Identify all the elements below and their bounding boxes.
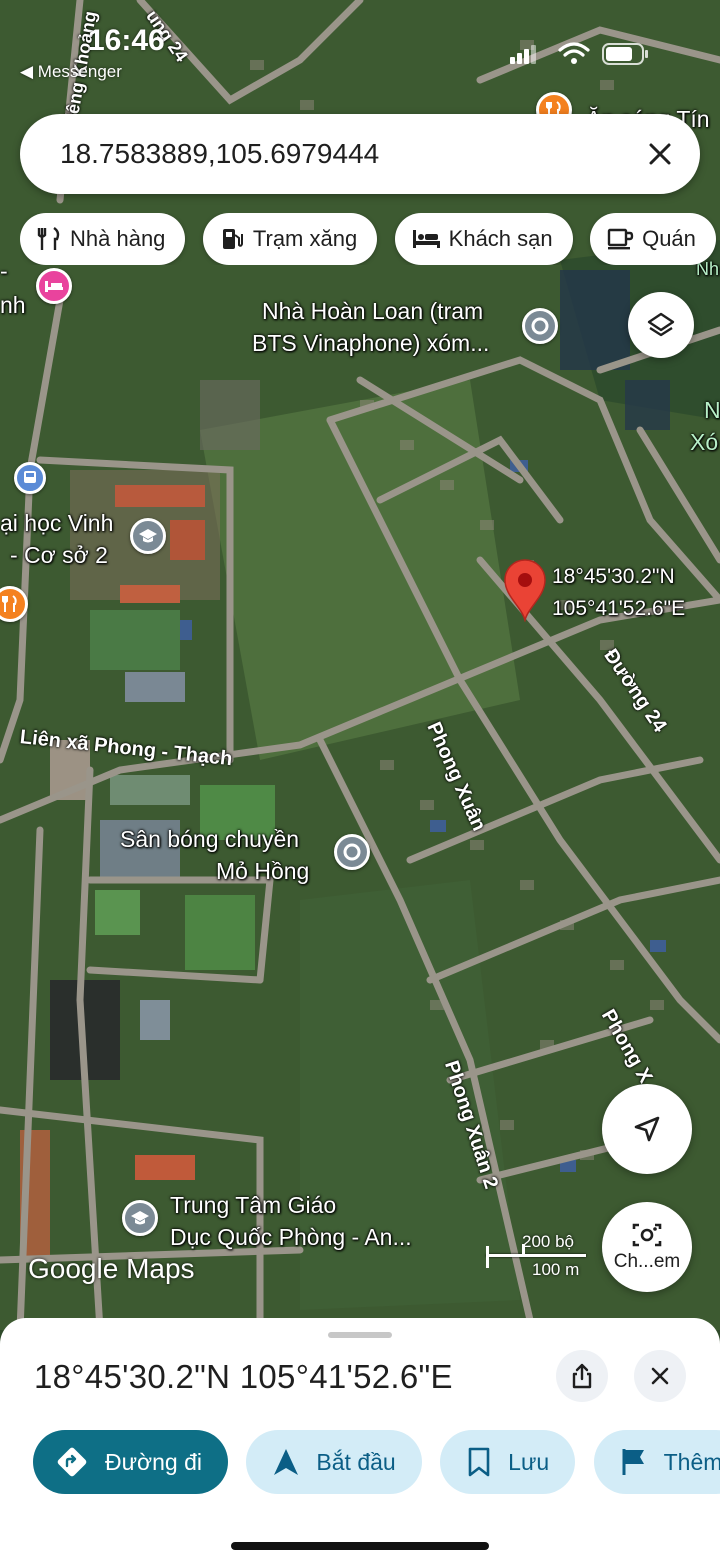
home-indicator[interactable]: [231, 1542, 489, 1550]
chip-label: Khách sạn: [448, 226, 553, 251]
bookmark-icon: [468, 1447, 490, 1477]
place-label[interactable]: Dục Quốc Phòng - An...: [170, 1222, 412, 1252]
pin-longitude: 105°41'52.6"E: [552, 597, 686, 620]
search-bar[interactable]: 18.7583889,105.6979444: [20, 114, 700, 194]
place-label[interactable]: - Cơ sở 2: [10, 540, 108, 570]
place-label[interactable]: Sân bóng chuyền: [120, 824, 299, 854]
wifi-icon: [558, 42, 590, 64]
restaurant-icon: [37, 227, 60, 250]
bus-stop-icon[interactable]: [14, 462, 46, 494]
save-button[interactable]: Lưu: [440, 1430, 576, 1494]
signal-icon: [510, 45, 536, 64]
place-label[interactable]: Trung Tâm Giáo: [170, 1190, 336, 1220]
chip-cafes[interactable]: Quán: [590, 213, 716, 265]
start-button[interactable]: Bắt đầu: [246, 1430, 422, 1494]
battery-icon: [602, 43, 648, 65]
layers-button[interactable]: [628, 292, 694, 358]
location-poi-icon[interactable]: [334, 834, 370, 870]
directions-label: Đường đi: [105, 1448, 202, 1475]
scale-imperial: 200 bộ: [522, 1232, 574, 1251]
chip-label: Quán: [642, 226, 696, 251]
place-label[interactable]: Nhà Hoàn Loan (tram: [262, 296, 483, 326]
camera-search-label: Ch...em: [613, 1251, 681, 1272]
more-button[interactable]: Thêm: [593, 1430, 720, 1494]
google-maps-logo: Google Maps: [28, 1253, 195, 1284]
navigation-arrow-icon: [634, 1116, 660, 1142]
action-buttons: Đường đi Bắt đầu Lưu Thêm: [33, 1430, 720, 1494]
camera-icon: [632, 1223, 662, 1247]
place-label: Xó: [690, 429, 719, 455]
layers-icon: [647, 312, 675, 337]
category-chips: Nhà hàng Trạm xăng Khách sạn Quán: [20, 213, 720, 265]
close-sheet-button[interactable]: [634, 1350, 686, 1402]
save-label: Lưu: [508, 1448, 550, 1475]
place-label[interactable]: ại học Vinh: [0, 508, 113, 538]
chip-label: Nhà hàng: [70, 226, 166, 251]
directions-button[interactable]: Đường đi: [33, 1430, 228, 1494]
place-label: -: [0, 258, 8, 284]
start-label: Bắt đầu: [316, 1448, 396, 1475]
hotel-icon: [412, 230, 440, 248]
place-label: N: [704, 397, 720, 423]
location-poi-icon[interactable]: [522, 308, 558, 344]
dropped-pin-icon[interactable]: [503, 558, 547, 627]
chip-gas-stations[interactable]: Trạm xăng: [202, 213, 378, 265]
chip-restaurants[interactable]: Nhà hàng: [20, 213, 186, 265]
place-label: nh: [0, 292, 26, 318]
share-icon: [572, 1363, 592, 1389]
close-icon: [651, 1367, 669, 1385]
scale-metric: 100 m: [532, 1260, 580, 1279]
directions-icon: [57, 1447, 87, 1477]
search-input[interactable]: 18.7583889,105.6979444: [20, 138, 620, 170]
status-bar: 16:46 ◀ Messenger: [0, 0, 720, 90]
clear-search-button[interactable]: [620, 114, 700, 194]
close-icon: [649, 143, 671, 165]
share-button[interactable]: [556, 1350, 608, 1402]
more-label: Thêm: [663, 1448, 720, 1475]
place-coordinates: 18°45'30.2"N 105°41'52.6"E: [34, 1358, 453, 1395]
navigation-arrow-icon: [274, 1449, 299, 1475]
school-icon[interactable]: [122, 1200, 158, 1236]
place-label[interactable]: Mỏ Hồng: [216, 856, 309, 886]
coffee-icon: [607, 228, 634, 250]
hotel-poi-icon[interactable]: [36, 268, 72, 304]
place-bottom-sheet[interactable]: 18°45'30.2"N 105°41'52.6"E Đường đi Bắt …: [0, 1318, 720, 1564]
clock: 16:46: [88, 24, 165, 57]
back-to-app-link[interactable]: ◀ Messenger: [20, 62, 122, 82]
my-location-button[interactable]: [602, 1084, 692, 1174]
drag-handle[interactable]: [328, 1332, 392, 1338]
gas-station-icon: [222, 229, 243, 249]
satellite-map[interactable]: Ăn sáng Tín - nh Nhà Hoàn Loan (tram BTS…: [0, 0, 720, 1330]
map-scale: 200 bộ 100 m: [486, 1232, 596, 1279]
place-label[interactable]: BTS Vinaphone) xóm...: [252, 328, 489, 358]
school-icon[interactable]: [130, 518, 166, 554]
flag-icon: [622, 1449, 644, 1475]
pin-latitude: 18°45'30.2"N: [552, 565, 675, 588]
chip-hotels[interactable]: Khách sạn: [394, 213, 573, 265]
chip-label: Trạm xăng: [252, 226, 358, 251]
camera-search-button[interactable]: Ch...em: [602, 1202, 692, 1292]
